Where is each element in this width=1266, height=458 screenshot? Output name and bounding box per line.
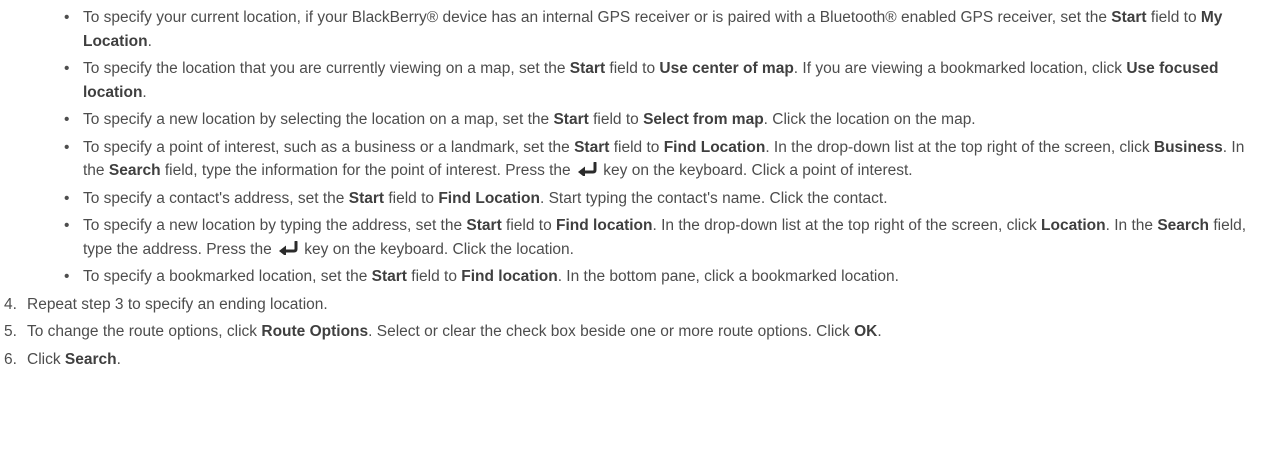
step-number: 4. <box>4 295 17 313</box>
sub-step-item: • To specify a new location by selecting … <box>0 108 1266 132</box>
instruction-text: . <box>147 32 152 50</box>
ui-term: Search <box>108 162 161 179</box>
bullet-icon: • <box>64 217 70 234</box>
instruction-text: . In the drop-down list at the top right… <box>765 138 1154 156</box>
step-number: 6. <box>4 350 17 368</box>
ui-term: Start <box>1111 9 1147 26</box>
instruction-text: To specify your current location, if you… <box>83 9 1112 26</box>
ui-term: Start <box>466 217 502 234</box>
instruction-text: To change the route options, click <box>27 323 262 340</box>
instruction-text: field to <box>406 268 462 285</box>
ui-term: Location <box>1041 217 1106 234</box>
sub-step-item: • To specify a bookmarked location, set t… <box>0 265 1266 289</box>
instruction-text: Repeat step 3 to specify an ending locat… <box>27 295 328 313</box>
instruction-text: field to <box>605 60 660 77</box>
instruction-text: To specify a new location by selecting t… <box>83 111 554 128</box>
instruction-text: . <box>142 83 147 101</box>
instruction-text: field to <box>1146 9 1201 26</box>
enter-key-icon <box>279 240 298 255</box>
bullet-icon: • <box>64 138 70 156</box>
ui-term: Find Location <box>663 138 766 156</box>
instruction-text: To specify a new location by typing the … <box>83 217 467 234</box>
instruction-text: field, type the information for the poin… <box>160 162 575 179</box>
instruction-text: field to <box>384 189 439 207</box>
bullet-icon: • <box>64 111 70 128</box>
ui-term: Start <box>348 189 385 207</box>
instruction-text: . In the <box>1105 217 1158 234</box>
bullet-icon: • <box>64 189 70 207</box>
sub-step-bullet-list: • To specify your current location, if yo… <box>0 6 1266 289</box>
ui-term: Start <box>574 138 610 156</box>
instruction-text: . Select or clear the check box beside o… <box>368 323 855 340</box>
instruction-text: . Click the location on the map. <box>763 111 976 128</box>
ui-term: Search <box>1157 217 1210 234</box>
ui-term: Search <box>64 350 117 368</box>
sub-step-item: • To specify a new location by typing the… <box>0 214 1266 261</box>
document-page: • To specify your current location, if yo… <box>0 0 1266 458</box>
instruction-text: field to <box>501 217 557 234</box>
ui-term: Route Options <box>261 323 369 340</box>
ui-term: Find location <box>556 217 653 234</box>
sub-step-item: • To specify the location that you are cu… <box>0 57 1266 104</box>
ui-term: OK <box>854 323 878 340</box>
instruction-text: . If you are viewing a bookmarked locati… <box>793 60 1127 77</box>
step-number: 5. <box>4 323 17 340</box>
numbered-step: 5. To change the route options, click Rou… <box>0 320 1266 344</box>
instruction-text: To specify a contact's address, set the <box>83 189 349 207</box>
bullet-icon: • <box>64 268 70 285</box>
instruction-text: . <box>877 323 882 340</box>
ui-term: Business <box>1153 138 1223 156</box>
sub-step-item: • To specify a point of interest, such as… <box>0 136 1266 183</box>
bullet-icon: • <box>64 60 70 77</box>
instruction-text: . Start typing the contact's name. Click… <box>539 189 888 207</box>
instruction-text: key on the keyboard. Click the location. <box>300 240 574 258</box>
instruction-text: field to <box>588 111 644 128</box>
instruction-text: . In the bottom pane, click a bookmarked… <box>557 268 899 285</box>
ui-term: Find Location <box>438 189 540 207</box>
numbered-step: 4. Repeat step 3 to specify an ending loc… <box>0 293 1266 317</box>
instruction-text: . <box>116 350 121 368</box>
sub-step-item: • To specify a contact's address, set the… <box>0 187 1266 211</box>
instruction-text: key on the keyboard. Click a point of in… <box>598 162 913 179</box>
ui-term: Start <box>371 268 407 285</box>
instruction-text: . In the drop-down list at the top right… <box>652 217 1042 234</box>
instruction-text: Click <box>27 350 65 368</box>
bullet-icon: • <box>64 9 70 26</box>
numbered-step: 6. Click Search. <box>0 348 1266 372</box>
ui-term: Select from map <box>643 111 764 128</box>
instruction-text: To specify the location that you are cur… <box>83 60 570 77</box>
ui-term: Use center of map <box>659 60 794 77</box>
enter-key-icon <box>577 162 597 176</box>
numbered-step-list: 4. Repeat step 3 to specify an ending loc… <box>0 293 1266 372</box>
ui-term: Start <box>553 111 589 128</box>
ui-term: Start <box>569 60 606 77</box>
instruction-text: To specify a bookmarked location, set th… <box>83 268 372 285</box>
instruction-text: field to <box>609 138 664 156</box>
instruction-text: To specify a point of interest, such as … <box>83 138 575 156</box>
ui-term: Find location <box>461 268 558 285</box>
sub-step-item: • To specify your current location, if yo… <box>0 6 1266 53</box>
